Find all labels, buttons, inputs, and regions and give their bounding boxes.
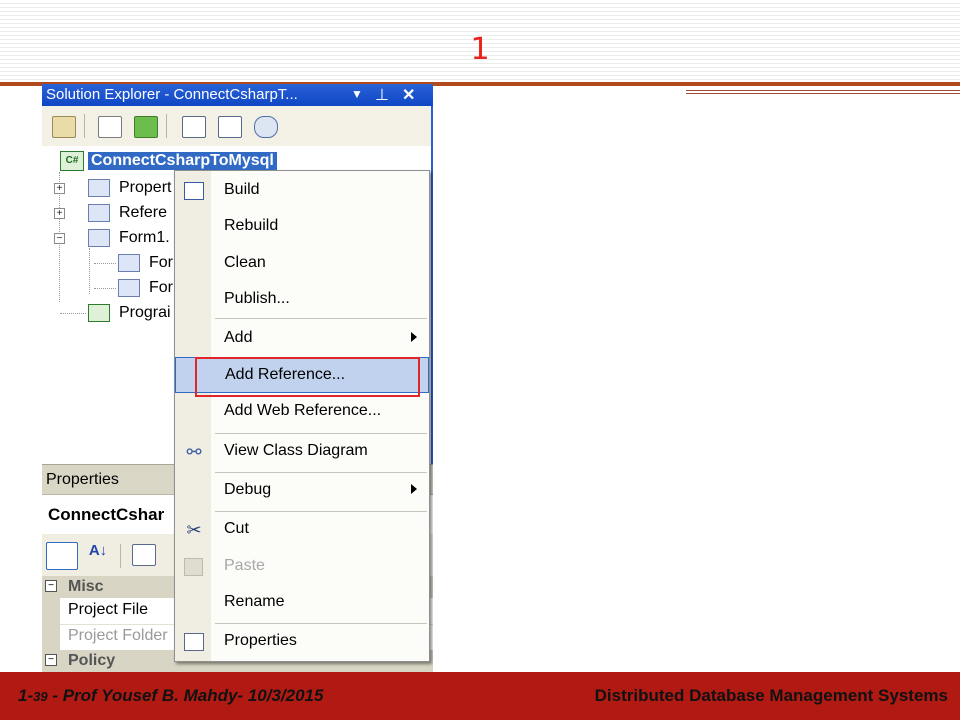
menu-item-cut[interactable]: ✂ Cut: [175, 512, 429, 548]
collapse-icon[interactable]: −: [45, 654, 57, 666]
scissors-icon: ✂: [186, 520, 202, 540]
submenu-arrow-icon: [411, 332, 417, 342]
resource-file-icon: [118, 279, 140, 297]
show-all-files-icon[interactable]: [98, 116, 122, 138]
menu-item-add-web-reference[interactable]: Add Web Reference...: [175, 394, 429, 430]
menu-item-build[interactable]: Build: [175, 173, 429, 209]
build-icon: [184, 182, 204, 200]
property-name: Project File: [68, 601, 149, 618]
slide-title: 1: [470, 32, 490, 67]
header-rule-thin: [686, 93, 960, 94]
properties-icon: [184, 633, 204, 651]
properties-toolbar-icon[interactable]: [52, 116, 76, 138]
tree-guide: [94, 288, 116, 289]
menu-item-paste[interactable]: Paste: [175, 549, 429, 585]
menu-label: Clean: [224, 254, 266, 271]
class-diagram-icon[interactable]: [254, 116, 278, 138]
view-designer-icon[interactable]: [218, 116, 242, 138]
menu-item-debug[interactable]: Debug: [175, 473, 429, 509]
tree-item-form1[interactable]: Form1.: [119, 229, 170, 247]
toolbar-separator: [84, 114, 85, 138]
menu-label: View Class Diagram: [224, 442, 368, 459]
vs-screenshot: Solution Explorer - ConnectCsharpT... ▼ …: [42, 84, 433, 672]
menu-label: Add Web Reference...: [224, 402, 382, 419]
tree-item-properties[interactable]: Propert: [119, 179, 171, 197]
tree-guide: [60, 313, 86, 314]
header-rule-thin: [686, 90, 960, 91]
menu-label: Rename: [224, 593, 285, 610]
expand-icon[interactable]: +: [54, 208, 65, 219]
menu-label: Publish...: [224, 290, 290, 307]
solution-explorer-title: Solution Explorer - ConnectCsharpT...: [46, 86, 298, 103]
toolbar-separator: [166, 114, 167, 138]
menu-label: Debug: [224, 481, 272, 498]
dropdown-icon[interactable]: ▼: [351, 87, 363, 101]
submenu-arrow-icon: [411, 484, 417, 494]
tree-item-form-resx[interactable]: For: [149, 279, 173, 297]
menu-label: Build: [224, 181, 260, 198]
tree-item-program[interactable]: Prograi: [119, 304, 171, 322]
menu-item-clean[interactable]: Clean: [175, 246, 429, 282]
menu-label: Paste: [224, 557, 265, 574]
properties-title: Properties: [46, 471, 119, 488]
menu-label: Cut: [224, 520, 249, 537]
menu-label: Properties: [224, 632, 297, 649]
project-node[interactable]: ConnectCsharpToMysql: [88, 152, 277, 170]
footer-prefix: 1-: [18, 686, 34, 705]
menu-item-rebuild[interactable]: Rebuild: [175, 209, 429, 245]
references-folder-icon: [88, 204, 110, 222]
highlight-box: [195, 357, 420, 397]
categorized-icon[interactable]: [46, 542, 78, 570]
expand-icon[interactable]: +: [54, 183, 65, 194]
code-file-icon: [118, 254, 140, 272]
refresh-icon[interactable]: [134, 116, 158, 138]
close-icon[interactable]: ✕: [402, 85, 415, 105]
menu-separator: [215, 318, 427, 319]
property-name: Project Folder: [68, 627, 168, 644]
tree-item-references[interactable]: Refere: [119, 204, 167, 222]
alphabetical-icon[interactable]: A↓: [84, 542, 112, 568]
pin-icon[interactable]: ⊥: [375, 85, 389, 105]
property-pages-icon[interactable]: [132, 544, 156, 566]
menu-label: Rebuild: [224, 217, 279, 234]
form-icon: [88, 229, 110, 247]
collapse-icon[interactable]: −: [54, 233, 65, 244]
context-menu: Build Rebuild Clean Publish... Add Add R…: [174, 170, 430, 662]
menu-label: Add: [224, 329, 253, 346]
footer-page-number: 39: [33, 689, 48, 704]
solution-explorer-titlebar: Solution Explorer - ConnectCsharpT... ▼ …: [42, 84, 433, 106]
tree-guide: [89, 248, 90, 294]
csharp-project-icon: C#: [60, 151, 84, 171]
menu-item-view-class-diagram[interactable]: ⚯ View Class Diagram: [175, 434, 429, 470]
tree-item-form-designer[interactable]: For: [149, 254, 173, 272]
category-label: Misc: [68, 578, 104, 595]
footer-author-text: - Prof Yousef B. Mahdy- 10/3/2015: [47, 686, 324, 705]
toolbar-separator: [120, 544, 121, 568]
footer-author: 1-39 - Prof Yousef B. Mahdy- 10/3/2015: [18, 686, 323, 706]
slide-footer: 1-39 - Prof Yousef B. Mahdy- 10/3/2015 D…: [0, 672, 960, 720]
collapse-icon[interactable]: −: [45, 580, 57, 592]
paste-icon: [184, 558, 203, 576]
footer-course: Distributed Database Management Systems: [594, 686, 948, 705]
csharp-file-icon: [88, 304, 110, 322]
row-margin: [42, 624, 60, 650]
category-label: Policy: [68, 652, 116, 669]
menu-item-properties[interactable]: Properties: [175, 624, 429, 660]
row-margin: [42, 598, 60, 624]
solution-explorer-toolbar: [42, 106, 433, 146]
menu-item-rename[interactable]: Rename: [175, 585, 429, 621]
properties-object-name: ConnectCshar: [48, 505, 165, 524]
menu-item-publish[interactable]: Publish...: [175, 282, 429, 318]
view-code-icon[interactable]: [182, 116, 206, 138]
properties-folder-icon: [88, 179, 110, 197]
class-diagram-icon: ⚯: [186, 442, 202, 462]
tree-guide: [94, 263, 116, 264]
menu-item-add[interactable]: Add: [175, 321, 429, 357]
